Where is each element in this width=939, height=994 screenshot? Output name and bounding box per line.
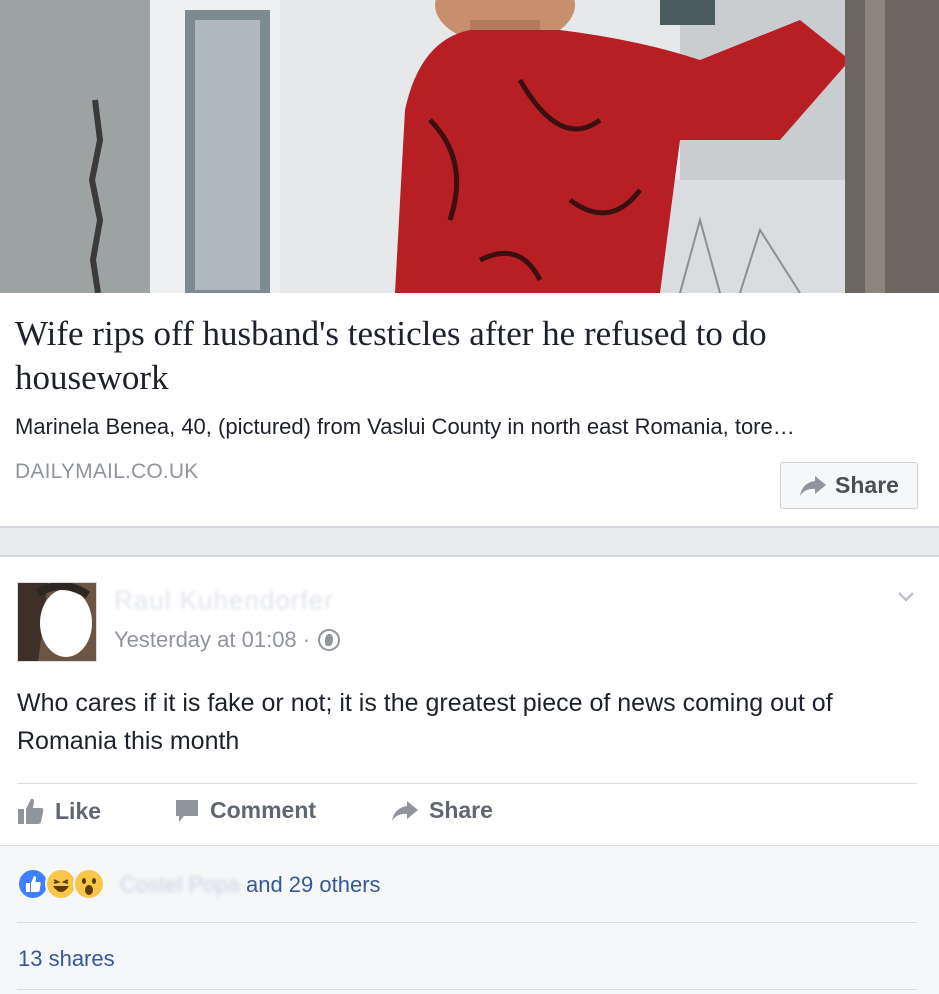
comment-label: Comment (210, 797, 317, 823)
like-label: Like (55, 797, 102, 824)
post-author-name[interactable]: Raul Kuhendorfer (114, 585, 334, 616)
share-arrow-icon (392, 800, 418, 821)
thumbs-up-icon (18, 798, 44, 824)
others-count[interactable]: and 29 others (240, 872, 381, 897)
post: Raul Kuhendorfer Yesterday at 01:08 · Wh… (0, 555, 939, 845)
wow-reaction-icon (73, 868, 105, 900)
shared-link-card[interactable]: Wife rips off husband's testicles after … (0, 0, 939, 528)
avatar[interactable] (17, 582, 97, 662)
article-photo-illustration (0, 0, 939, 293)
chevron-down-icon[interactable] (896, 587, 916, 607)
article-source: DAILYMAIL.CO.UK (15, 460, 199, 483)
avatar-image (18, 583, 96, 661)
post-timestamp[interactable]: Yesterday at 01:08 · (114, 627, 341, 653)
shares-count[interactable]: 13 shares (18, 946, 115, 972)
share-arrow-icon (800, 475, 827, 496)
footer-divider-bottom (17, 989, 917, 990)
post-text: Who cares if it is fake or not; it is th… (17, 689, 833, 755)
comment-bubble-icon (176, 799, 198, 822)
footer-divider (17, 922, 917, 923)
like-button[interactable]: Like (17, 797, 101, 825)
post-divider (17, 783, 917, 784)
timestamp-text: Yesterday at 01:08 · (114, 627, 311, 652)
share-label: Share (429, 797, 493, 823)
article-photo[interactable] (0, 0, 939, 293)
card-share-label: Share (835, 472, 899, 498)
first-reactor-name[interactable]: Costel Popa (120, 872, 240, 897)
haha-reaction-glyph (53, 879, 69, 892)
wow-reaction-glyph (82, 878, 96, 895)
article-snippet: Marinela Benea, 40, (pictured) from Vasl… (15, 414, 795, 439)
article-headline[interactable]: Wife rips off husband's testicles after … (15, 312, 915, 400)
like-reaction-glyph (26, 876, 41, 892)
globe-icon (318, 629, 341, 651)
reactions-footer: Costel Popa and 29 others 13 shares (0, 845, 939, 994)
card-share-button[interactable]: Share (780, 462, 918, 509)
comment-button[interactable]: Comment (174, 797, 316, 824)
reactors-text[interactable]: Costel Popa and 29 others (120, 872, 381, 898)
share-button[interactable]: Share (391, 797, 493, 824)
reaction-icons[interactable] (17, 868, 105, 900)
